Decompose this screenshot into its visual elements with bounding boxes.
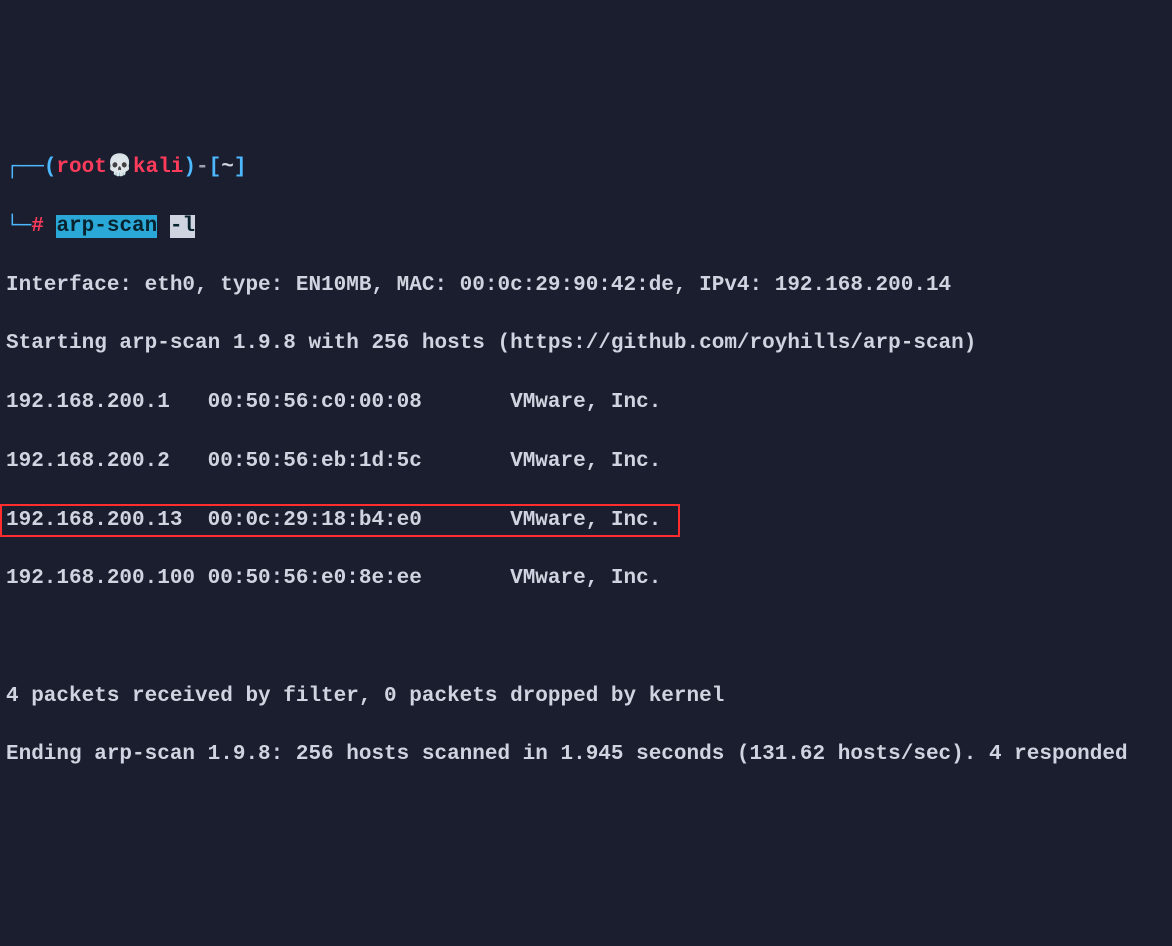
prompt-dash: - (196, 156, 209, 179)
command-name[interactable]: arp-scan (56, 215, 157, 238)
prompt-box-bottom: └─ (6, 215, 31, 238)
command-flag[interactable]: -l (170, 215, 195, 238)
ip: 192.168.200.1 (6, 391, 195, 414)
vendor: VMware, Inc. (422, 509, 661, 532)
ip: 192.168.200.13 (6, 509, 195, 532)
prompt-box-top: ┌── (6, 156, 44, 179)
mac: 00:50:56:c0:00:08 (195, 391, 422, 414)
result-row-4: 192.168.200.100 00:50:56:e0:8e:ee VMware… (6, 564, 1166, 593)
mac: 00:0c:29:18:b4:e0 (195, 509, 422, 532)
output-interface: Interface: eth0, type: EN10MB, MAC: 00:0… (6, 271, 1166, 300)
mac: 00:50:56:eb:1d:5c (195, 450, 422, 473)
result-row-2: 192.168.200.2 00:50:56:eb:1d:5c VMware, … (6, 447, 1166, 476)
vendor: VMware, Inc. (422, 567, 661, 590)
prompt-cwd: ~ (221, 156, 234, 179)
prompt-hash: # (31, 215, 44, 238)
prompt-host: kali (133, 156, 183, 179)
prompt-paren-close: ) (183, 156, 196, 179)
skull-icon: 💀 (107, 156, 133, 179)
result-row-3-highlighted: 192.168.200.13 00:0c:29:18:b4:e0 VMware,… (6, 506, 1166, 535)
vendor: VMware, Inc. (422, 450, 661, 473)
prompt-user: root (56, 156, 106, 179)
ip: 192.168.200.2 (6, 450, 195, 473)
prompt-bracket-open: [ (209, 156, 222, 179)
result-row-1: 192.168.200.1 00:50:56:c0:00:08 VMware, … (6, 388, 1166, 417)
mac: 00:50:56:e0:8e:ee (195, 567, 422, 590)
vendor: VMware, Inc. (422, 391, 661, 414)
prompt-line-2: └─# arp-scan -l (6, 212, 1166, 241)
ip: 192.168.200.100 (6, 567, 195, 590)
highlight-box: 192.168.200.13 00:0c:29:18:b4:e0 VMware,… (0, 504, 680, 537)
blank-line (6, 623, 1166, 652)
output-packets: 4 packets received by filter, 0 packets … (6, 682, 1166, 711)
output-starting: Starting arp-scan 1.9.8 with 256 hosts (… (6, 329, 1166, 358)
prompt-line-1: ┌──(root💀kali)-[~] (6, 153, 1166, 182)
terminal-window[interactable]: ┌──(root💀kali)-[~] └─# arp-scan -l Inter… (6, 124, 1166, 800)
prompt-bracket-close: ] (234, 156, 247, 179)
output-ending: Ending arp-scan 1.9.8: 256 hosts scanned… (6, 740, 1166, 769)
prompt-paren-open: ( (44, 156, 57, 179)
